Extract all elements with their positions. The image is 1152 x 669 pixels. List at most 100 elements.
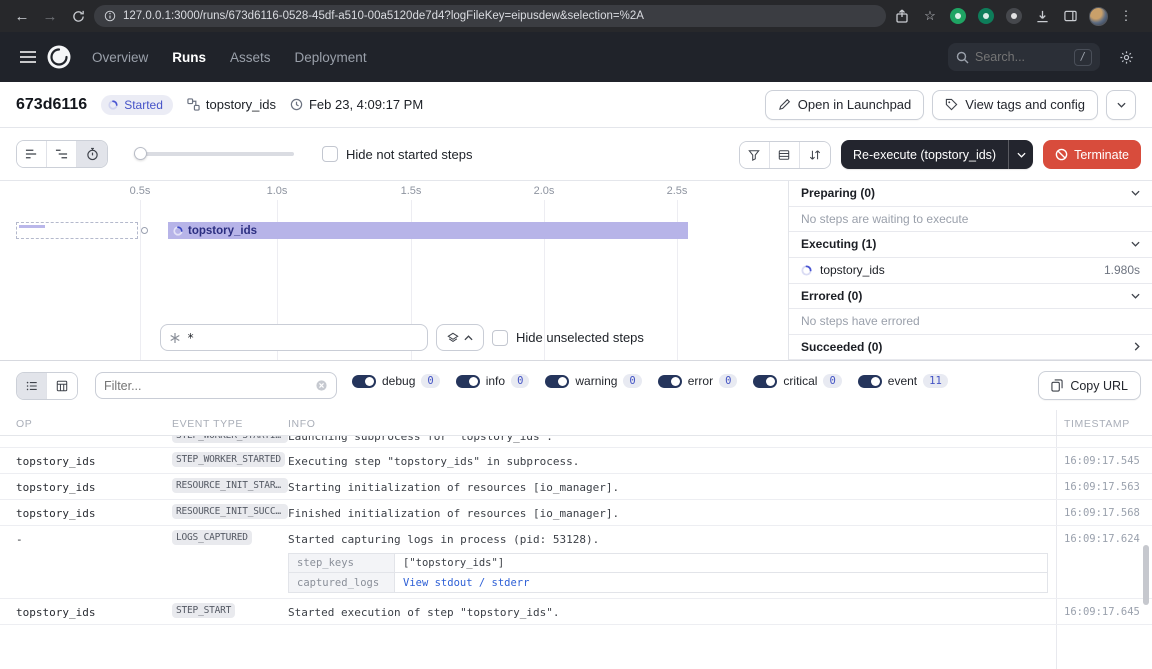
list-view-icon[interactable] <box>17 373 47 399</box>
extension-icon-2[interactable] <box>974 4 998 28</box>
sort-arrows-icon[interactable] <box>800 142 830 168</box>
share-icon[interactable] <box>890 4 914 28</box>
reexecute-button[interactable]: Re-execute (topstory_ids) <box>841 140 1008 169</box>
log-row[interactable]: topstory_ids STEP_START Started executio… <box>0 599 1152 625</box>
step-selector-input[interactable] <box>187 331 419 345</box>
address-bar[interactable]: 127.0.0.1:3000/runs/673d6116-0528-45df-a… <box>94 5 886 27</box>
site-info-icon[interactable] <box>104 10 116 22</box>
toggle-switch[interactable] <box>858 375 882 388</box>
steps-section-errored[interactable]: Errored (0) <box>789 284 1152 310</box>
hide-unselected-checkbox-row[interactable]: Hide unselected steps <box>492 330 644 346</box>
gantt-view-controls: Hide not started steps <box>16 140 472 168</box>
copy-url-button[interactable]: Copy URL <box>1038 371 1141 400</box>
hide-not-started-checkbox[interactable] <box>322 146 338 162</box>
nav-item-runs[interactable]: Runs <box>172 50 206 65</box>
browser-forward-icon[interactable]: → <box>38 4 62 28</box>
run-job[interactable]: topstory_ids <box>187 97 276 112</box>
downloads-icon[interactable] <box>1030 4 1054 28</box>
clear-filter-icon[interactable] <box>315 379 328 392</box>
log-info: Started capturing logs in process (pid: … <box>288 533 599 546</box>
browser-reload-icon[interactable] <box>66 4 90 28</box>
waterfall-order-icon[interactable] <box>47 141 77 167</box>
log-level-chip-critical[interactable]: critical 0 <box>753 374 841 388</box>
steps-section-executing[interactable]: Executing (1) <box>789 232 1152 258</box>
log-row-logs-captured[interactable]: - LOGS_CAPTURED Started capturing logs i… <box>0 526 1152 599</box>
hide-not-started-checkbox-row[interactable]: Hide not started steps <box>322 146 472 162</box>
log-filter-input[interactable] <box>104 379 309 393</box>
column-header-info: INFO <box>288 418 315 430</box>
gantt-zoom-slider[interactable] <box>134 152 294 156</box>
log-level-chip-debug[interactable]: debug 0 <box>352 374 440 388</box>
browser-menu-icon[interactable]: ⋮ <box>1114 4 1138 28</box>
toggle-switch[interactable] <box>753 375 777 388</box>
terminate-button[interactable]: Terminate <box>1043 140 1141 169</box>
executing-step-row[interactable]: topstory_ids 1.980s <box>789 258 1152 284</box>
primary-nav: Overview Runs Assets Deployment <box>92 50 367 65</box>
log-row[interactable]: topstory_ids RESOURCE_INIT_SUCCESS Finis… <box>0 500 1152 526</box>
settings-gear-icon[interactable] <box>1114 45 1138 69</box>
toggle-switch[interactable] <box>545 375 569 388</box>
global-search[interactable]: / <box>948 43 1100 71</box>
reexecute-split-button: Re-execute (topstory_ids) <box>841 140 1033 169</box>
chip-count: 0 <box>511 374 529 388</box>
nav-item-overview[interactable]: Overview <box>92 50 148 65</box>
graph-options-button[interactable] <box>436 324 484 351</box>
rows-view-icon[interactable] <box>770 142 800 168</box>
nav-item-deployment[interactable]: Deployment <box>295 50 367 65</box>
extension-icon-1[interactable] <box>946 4 970 28</box>
log-timestamp: 16:09:17.624 <box>1064 533 1140 545</box>
asterisk-selector-icon <box>169 332 181 344</box>
step-selector-input-box[interactable] <box>160 324 428 351</box>
run-more-actions-button[interactable] <box>1106 90 1136 120</box>
chip-count: 0 <box>623 374 641 388</box>
log-table: OP EVENT TYPE INFO TIMESTAMP STEP_WORKER… <box>0 410 1152 669</box>
table-view-icon[interactable] <box>47 373 77 399</box>
log-row[interactable]: topstory_ids STEP_WORKER_STARTED Executi… <box>0 448 1152 474</box>
log-timestamp: 16:09:17.645 <box>1064 606 1140 618</box>
reexecute-options-button[interactable] <box>1008 140 1033 169</box>
step-name: topstory_ids <box>820 263 885 277</box>
toggle-switch[interactable] <box>352 375 376 388</box>
toggle-switch[interactable] <box>456 375 480 388</box>
browser-back-icon[interactable]: ← <box>10 4 34 28</box>
run-timestamp: Feb 23, 4:09:17 PM <box>290 97 423 112</box>
log-row[interactable]: topstory_ids RESOURCE_INIT_STARTED Start… <box>0 474 1152 500</box>
dagster-logo[interactable] <box>46 44 72 70</box>
log-level-chip-event[interactable]: event 11 <box>858 374 948 388</box>
spinner-icon <box>173 226 183 236</box>
reexecute-label: Re-execute (topstory_ids) <box>853 148 996 162</box>
bookmark-star-icon[interactable]: ☆ <box>918 4 942 28</box>
log-row-clipped[interactable]: STEP_WORKER_STARTING Launching subproces… <box>0 436 1152 448</box>
log-level-chip-error[interactable]: error 0 <box>658 374 738 388</box>
filter-funnel-icon[interactable] <box>740 142 770 168</box>
chip-label: critical <box>783 374 817 388</box>
steps-section-preparing[interactable]: Preparing (0) <box>789 181 1152 207</box>
hide-unselected-label: Hide unselected steps <box>516 330 644 345</box>
layers-icon <box>447 332 459 344</box>
steps-section-succeeded[interactable]: Succeeded (0) <box>789 335 1152 361</box>
extension-icon-3[interactable] <box>1002 4 1026 28</box>
gantt-bar-label: topstory_ids <box>188 225 257 237</box>
url-text: 127.0.0.1:3000/runs/673d6116-0528-45df-a… <box>123 10 644 22</box>
nav-item-assets[interactable]: Assets <box>230 50 271 65</box>
hamburger-menu-icon[interactable] <box>14 45 42 69</box>
hide-unselected-checkbox[interactable] <box>492 330 508 346</box>
open-launchpad-button[interactable]: Open in Launchpad <box>765 90 924 120</box>
search-input[interactable] <box>975 50 1068 64</box>
side-panel-icon[interactable] <box>1058 4 1082 28</box>
sort-start-order-icon[interactable] <box>17 141 47 167</box>
clock-icon <box>290 98 303 111</box>
gantt-step-bar[interactable]: topstory_ids <box>168 222 688 239</box>
toggle-switch[interactable] <box>658 375 682 388</box>
scrollbar-thumb[interactable] <box>1143 545 1149 605</box>
profile-avatar[interactable] <box>1086 4 1110 28</box>
gantt-minimap-viewport[interactable] <box>16 222 138 239</box>
zoom-slider-knob[interactable] <box>134 147 147 160</box>
log-level-chip-warning[interactable]: warning 0 <box>545 374 641 388</box>
log-filter-input-box[interactable] <box>95 372 337 399</box>
view-stdout-stderr-link[interactable]: View stdout / stderr <box>395 573 537 592</box>
view-tags-config-button[interactable]: View tags and config <box>932 90 1098 120</box>
log-level-chip-info[interactable]: info 0 <box>456 374 530 388</box>
timed-mode-stopwatch-icon[interactable] <box>77 141 107 167</box>
minimap-resize-handle[interactable] <box>141 227 148 234</box>
